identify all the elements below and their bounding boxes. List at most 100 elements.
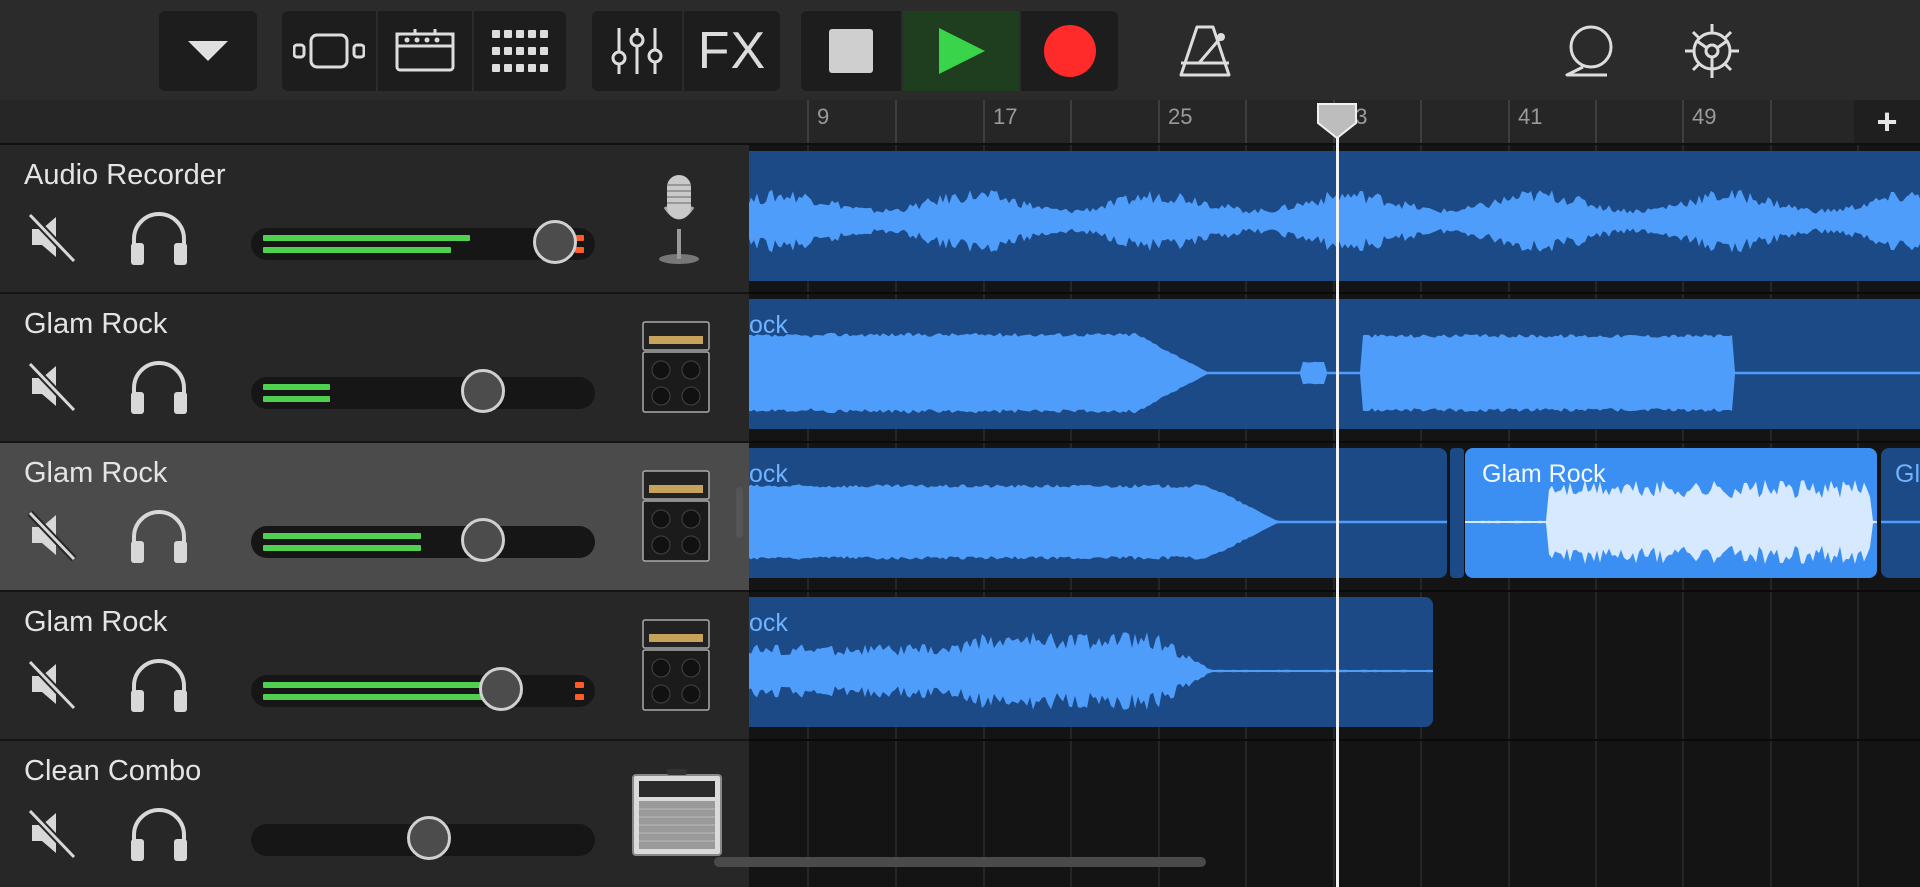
ruler-tick	[1070, 100, 1072, 143]
solo-button[interactable]	[128, 658, 190, 714]
add-section-button[interactable]: +	[1854, 100, 1920, 143]
lane-separator	[749, 590, 1920, 592]
audio-region[interactable]: ock	[749, 448, 1447, 578]
volume-slider[interactable]	[251, 518, 595, 562]
track-header[interactable]: Glam Rock	[0, 294, 749, 443]
ruler-tick	[895, 100, 897, 143]
ruler-tick	[1682, 100, 1684, 143]
track-name: Glam Rock	[24, 457, 168, 489]
horizontal-scrollbar[interactable]	[714, 857, 1206, 867]
volume-knob[interactable]	[407, 816, 451, 860]
playhead-line	[1336, 135, 1339, 887]
headphones-icon	[128, 659, 190, 718]
mute-button[interactable]	[26, 658, 78, 711]
timeline-area[interactable]: ock ock Glam Rock Gl ock	[749, 145, 1920, 887]
volume-knob[interactable]	[533, 220, 577, 264]
ruler-bar-number: 41	[1518, 104, 1543, 129]
combo-amp-icon[interactable]	[631, 767, 723, 862]
live-loops-button[interactable]	[472, 11, 566, 91]
ruler-tick	[983, 100, 985, 143]
view-menu-group	[159, 11, 257, 91]
microphone-icon[interactable]	[653, 169, 705, 270]
level-meter	[263, 396, 330, 402]
record-button[interactable]	[1019, 11, 1118, 91]
waveform	[749, 484, 1447, 560]
toolbar: FX	[0, 0, 1920, 100]
play-button[interactable]	[901, 11, 1019, 91]
ruler-tick	[1595, 100, 1597, 143]
clip-indicator	[575, 247, 584, 253]
track-header[interactable]: Clean Combo	[0, 741, 749, 887]
headphones-icon	[128, 212, 190, 271]
instrument-view-button[interactable]	[376, 11, 472, 91]
loop-icon	[1565, 25, 1613, 77]
volume-slider[interactable]	[251, 220, 595, 264]
audio-region[interactable]	[749, 151, 1920, 281]
headphones-icon	[128, 808, 190, 867]
track-header[interactable]: Glam Rock	[0, 443, 749, 592]
metronome-button[interactable]	[1170, 11, 1240, 91]
headphones-icon	[128, 361, 190, 420]
volume-slider[interactable]	[251, 816, 595, 860]
volume-knob[interactable]	[461, 369, 505, 413]
waveform	[1465, 479, 1877, 565]
track-view-icon	[293, 33, 365, 69]
lane-separator	[749, 441, 1920, 443]
clip-indicator	[575, 682, 584, 688]
tracks-view-button[interactable]	[282, 11, 376, 91]
play-icon	[939, 28, 985, 74]
metronome-icon	[1179, 25, 1231, 77]
transport-group	[801, 11, 1118, 91]
level-meter	[263, 682, 494, 688]
ruler-tick	[1508, 100, 1510, 143]
ruler-bar-number: 17	[993, 104, 1018, 129]
audio-region[interactable]: Gl	[1881, 448, 1920, 578]
stop-button[interactable]	[801, 11, 901, 91]
settings-button[interactable]	[1676, 11, 1746, 91]
selected-audio-region[interactable]: Glam Rock	[1465, 448, 1877, 578]
solo-button[interactable]	[128, 211, 190, 267]
amp-stack-icon[interactable]	[641, 618, 711, 717]
clip-indicator	[575, 694, 584, 700]
stop-icon	[829, 29, 873, 73]
track-header[interactable]: Glam Rock	[0, 592, 749, 741]
chevron-down-icon	[188, 41, 228, 61]
plus-icon: +	[1876, 100, 1898, 142]
ruler-bar-number: 49	[1692, 104, 1717, 129]
solo-button[interactable]	[128, 360, 190, 416]
mixer-button[interactable]	[592, 11, 682, 91]
track-list-scroll-indicator[interactable]	[736, 487, 743, 538]
lane-separator	[749, 292, 1920, 294]
amp-stack-icon[interactable]	[641, 469, 711, 568]
waveform	[749, 632, 1433, 710]
level-meter	[263, 545, 421, 551]
playhead-handle[interactable]	[1317, 103, 1357, 139]
track-header[interactable]: Audio Recorder	[0, 145, 749, 294]
view-menu-button[interactable]	[159, 11, 257, 91]
volume-slider[interactable]	[251, 667, 595, 711]
mute-button[interactable]	[26, 807, 78, 860]
loop-browser-button[interactable]	[1555, 11, 1625, 91]
mute-button[interactable]	[26, 509, 78, 562]
ruler-bar-number: 25	[1168, 104, 1193, 129]
volume-knob[interactable]	[479, 667, 523, 711]
waveform	[749, 189, 1920, 253]
volume-slider[interactable]	[251, 369, 595, 413]
audio-region[interactable]: ock	[749, 597, 1433, 727]
solo-button[interactable]	[128, 807, 190, 863]
fx-button[interactable]: FX	[682, 11, 780, 91]
level-meter	[263, 533, 421, 539]
ruler-tick	[1770, 100, 1772, 143]
level-meter	[263, 247, 451, 253]
amp-stack-icon[interactable]	[641, 320, 711, 419]
ruler-tick	[1245, 100, 1247, 143]
audio-region-stub[interactable]	[1450, 448, 1464, 578]
audio-region[interactable]: ock	[749, 299, 1920, 429]
speaker-muted-icon	[26, 808, 78, 863]
solo-button[interactable]	[128, 509, 190, 565]
volume-knob[interactable]	[461, 518, 505, 562]
waveform	[1881, 520, 1920, 524]
mute-button[interactable]	[26, 211, 78, 264]
level-meter	[263, 384, 330, 390]
mute-button[interactable]	[26, 360, 78, 413]
